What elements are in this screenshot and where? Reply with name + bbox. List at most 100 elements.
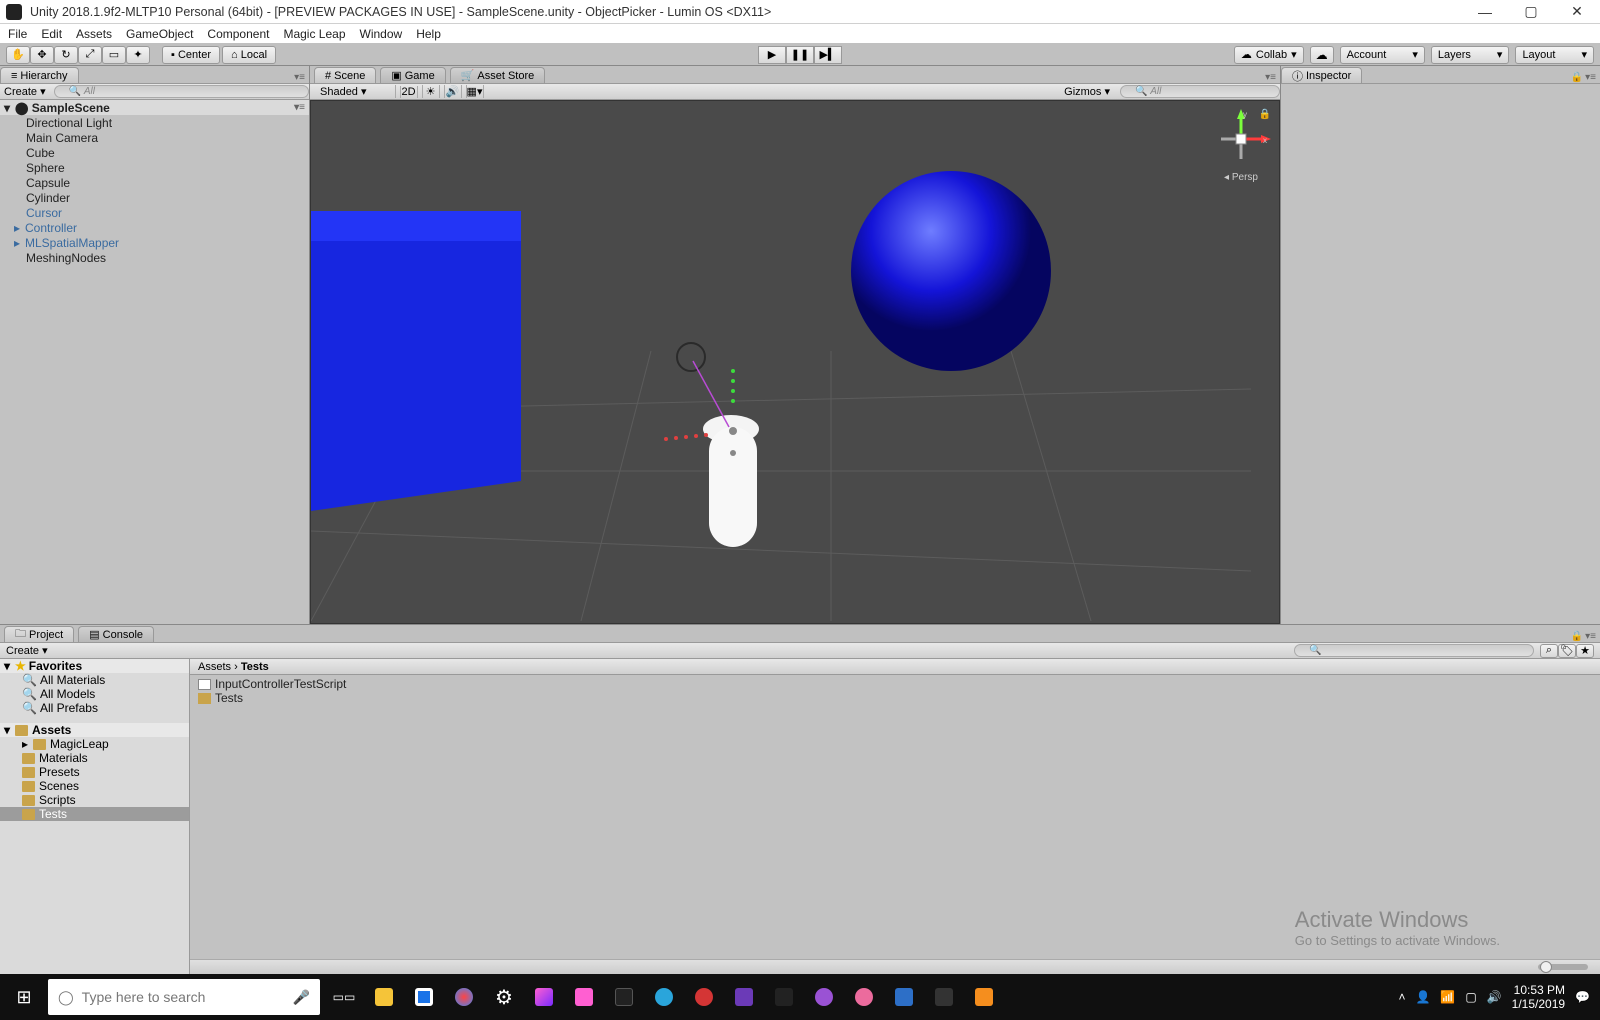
persp-label[interactable]: ◂ Persp [1211,172,1271,183]
play-button[interactable]: ▶ [758,46,786,64]
scene-lock-icon[interactable]: 🔒 [1259,109,1271,120]
hierarchy-item[interactable]: Directional Light [0,115,309,130]
hierarchy-tab[interactable]: ≡ Hierarchy [0,67,79,83]
collab-dropdown[interactable]: ☁ Collab▾ [1234,46,1304,64]
menu-file[interactable]: File [8,27,27,41]
favorite-item[interactable]: 🔍All Prefabs [0,701,189,715]
folder-item[interactable]: Materials [0,751,189,765]
taskbar-search-input[interactable]: ◯ Type here to search 🎤 [48,979,320,1015]
scene-search-input[interactable]: 🔍 All [1120,85,1280,98]
tray-hidden-icons-button[interactable]: ˄ [1398,990,1405,1004]
game-tab[interactable]: ▣Game [380,67,445,83]
hierarchy-item[interactable]: ▸MLSpatialMapper [0,235,309,250]
scene-2d-toggle[interactable]: 2D [400,86,418,98]
step-button[interactable]: ▶▍ [814,46,842,64]
transform-tool-button[interactable]: ✦ [126,46,150,64]
folder-item[interactable]: ▸MagicLeap [0,737,189,751]
menu-component[interactable]: Component [207,27,269,41]
account-dropdown[interactable]: Account▾ [1340,46,1425,64]
scene-orientation-gizmo[interactable]: y x ◂ Persp 🔒 [1211,109,1271,189]
taskbar-app-icon[interactable] [684,974,724,1020]
project-search-input[interactable]: 🔍 [1294,644,1534,657]
menu-gameobject[interactable]: GameObject [126,27,193,41]
task-view-button[interactable]: ▭▭ [324,974,364,1020]
folder-item[interactable]: Presets [0,765,189,779]
lock-icon[interactable]: 🔒 [1571,72,1583,83]
scene-audio-toggle[interactable]: 🔊 [444,85,462,98]
project-tab[interactable]: 🗀Project [4,626,74,642]
taskbar-app-icon[interactable] [524,974,564,1020]
services-button[interactable]: ☁ [1310,46,1334,64]
hand-tool-button[interactable]: ✋ [6,46,30,64]
taskbar-app-icon[interactable] [564,974,604,1020]
taskbar-app-icon[interactable] [644,974,684,1020]
project-create-button[interactable]: Create ▾ [0,644,56,657]
panel-options-icon[interactable]: ▾≡ [1265,72,1276,83]
taskbar-app-icon[interactable] [724,974,764,1020]
rotate-tool-button[interactable]: ↻ [54,46,78,64]
maximize-button[interactable]: ▢ [1508,0,1554,24]
save-search-button[interactable]: ★ [1576,644,1594,658]
taskbar-app-icon[interactable] [764,974,804,1020]
rect-tool-button[interactable]: ▭ [102,46,126,64]
menu-edit[interactable]: Edit [41,27,62,41]
hierarchy-item[interactable]: Cylinder [0,190,309,205]
taskbar-app-icon[interactable] [884,974,924,1020]
favorites-header[interactable]: ▾★Favorites [0,659,189,673]
panel-options-icon[interactable]: ▾≡ [1585,72,1596,83]
hierarchy-item[interactable]: Cube [0,145,309,160]
battery-icon[interactable]: ▢ [1465,990,1476,1004]
menu-window[interactable]: Window [360,27,403,41]
assets-header[interactable]: ▾Assets [0,723,189,737]
taskbar-app-icon[interactable] [604,974,644,1020]
minimize-button[interactable]: — [1462,0,1508,24]
scene-view[interactable]: y x ◂ Persp 🔒 [310,100,1280,624]
volume-icon[interactable]: 🔊 [1487,990,1502,1004]
folder-item[interactable]: Scripts [0,793,189,807]
filter-by-type-button[interactable]: ⌕ [1540,644,1558,658]
draw-mode-dropdown[interactable]: Shaded ▾ [314,85,396,98]
gizmos-dropdown[interactable]: Gizmos ▾ [1064,85,1110,98]
pivot-rotation-button[interactable]: ⌂ Local [222,46,276,64]
menu-magicleap[interactable]: Magic Leap [283,27,345,41]
hierarchy-item[interactable]: Main Camera [0,130,309,145]
taskbar-app-icon[interactable] [444,974,484,1020]
close-button[interactable]: ✕ [1554,0,1600,24]
taskbar-app-icon[interactable] [364,974,404,1020]
taskbar-clock[interactable]: 10:53 PM 1/15/2019 [1512,983,1565,1011]
console-tab[interactable]: ▤Console [78,626,154,642]
taskbar-app-icon[interactable] [404,974,444,1020]
breadcrumb-segment[interactable]: Assets [198,661,231,673]
project-thumb-size-slider[interactable] [1538,964,1588,970]
folder-item[interactable]: Scenes [0,779,189,793]
scene-fx-toggle[interactable]: ▦▾ [466,85,484,98]
lock-icon[interactable]: 🔒 [1571,631,1583,642]
favorite-item[interactable]: 🔍All Materials [0,673,189,687]
filter-by-label-button[interactable]: 🏷 [1558,644,1576,658]
panel-options-icon[interactable]: ▾≡ [294,72,305,83]
inspector-tab[interactable]: ⓘ Inspector [1281,67,1362,83]
taskbar-app-icon[interactable] [924,974,964,1020]
panel-options-icon[interactable]: ▾≡ [1585,631,1596,642]
asset-store-tab[interactable]: 🛒Asset Store [450,67,546,83]
taskbar-app-icon[interactable] [844,974,884,1020]
breadcrumb-segment[interactable]: Tests [241,661,269,673]
people-icon[interactable]: 👤 [1415,990,1430,1004]
notifications-icon[interactable]: 💬 [1575,990,1590,1004]
taskbar-app-icon[interactable] [804,974,844,1020]
hierarchy-item[interactable]: MeshingNodes [0,250,309,265]
pause-button[interactable]: ❚❚ [786,46,814,64]
hierarchy-item[interactable]: Cursor [0,205,309,220]
layers-dropdown[interactable]: Layers▾ [1431,46,1510,64]
hierarchy-item[interactable]: ▸Controller [0,220,309,235]
scene-light-toggle[interactable]: ☀ [422,85,440,98]
project-file-item[interactable]: Tests [198,691,1592,705]
folder-item-selected[interactable]: Tests [0,807,189,821]
hierarchy-create-button[interactable]: Create ▾ [4,85,54,98]
hierarchy-item[interactable]: Sphere [0,160,309,175]
pivot-mode-button[interactable]: ▪ Center [162,46,220,64]
menu-help[interactable]: Help [416,27,441,41]
taskbar-app-icon[interactable]: ⚙ [484,974,524,1020]
favorite-item[interactable]: 🔍All Models [0,687,189,701]
scene-options-icon[interactable]: ▾≡ [294,102,309,113]
